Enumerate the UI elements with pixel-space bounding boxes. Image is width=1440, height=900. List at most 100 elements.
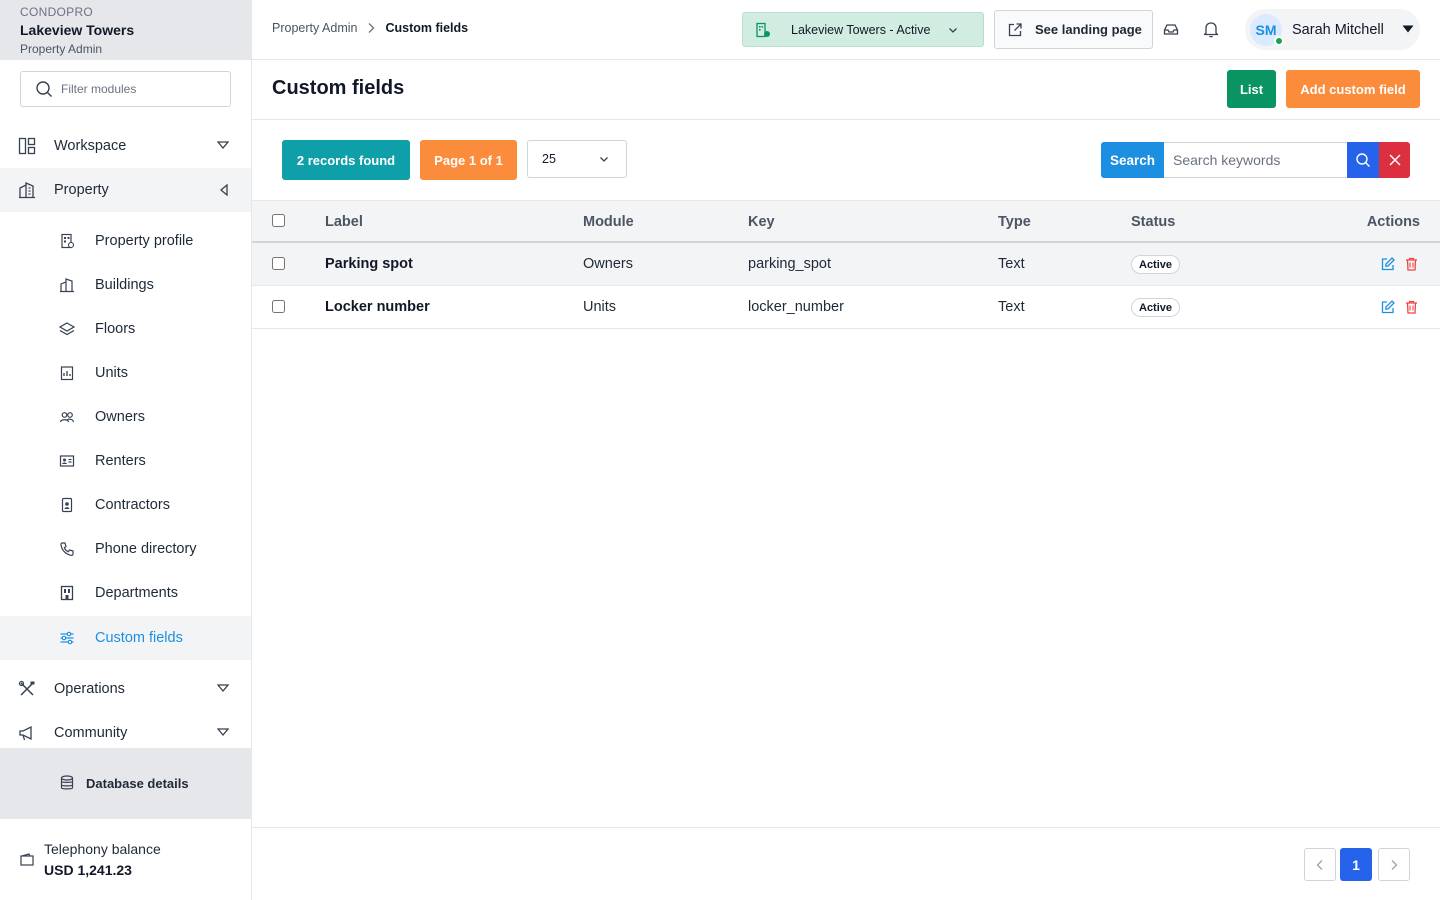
sidebar-item-label: Departments [95, 585, 179, 601]
user-menu[interactable]: SM Sarah Mitchell [1245, 9, 1420, 50]
sidebar-item-renters[interactable]: Renters [0, 439, 251, 483]
cell-type: Text [998, 256, 1025, 272]
row-checkbox[interactable] [272, 300, 285, 313]
phone-icon [60, 542, 74, 556]
sidebar-item-label: Contractors [95, 497, 170, 513]
app: CONDOPRO Lakeview Towers Property Admin … [0, 0, 1440, 900]
search-group: Search [1101, 142, 1410, 178]
select-all-checkbox[interactable] [272, 214, 285, 227]
sidebar-item-label: Phone directory [95, 541, 197, 557]
row-checkbox[interactable] [272, 257, 285, 270]
nav-operations[interactable]: Operations [0, 667, 251, 711]
pagination-current-page[interactable]: 1 [1340, 848, 1372, 881]
sidebar-item-floors[interactable]: Floors [0, 307, 251, 351]
online-status-dot [1274, 35, 1284, 46]
sidebar-item-label: Buildings [95, 277, 154, 293]
sidebar-item-owners[interactable]: Owners [0, 395, 251, 439]
sidebar-item-phone-directory[interactable]: Phone directory [0, 527, 251, 571]
megaphone-icon [19, 725, 32, 741]
users-icon [59, 412, 75, 423]
sidebar-item-contractors[interactable]: Contractors [0, 483, 251, 527]
search-input[interactable] [1164, 142, 1347, 178]
nav-workspace-label: Workspace [54, 138, 127, 154]
column-header-status[interactable]: Status [1131, 214, 1175, 230]
sidebar-item-units[interactable]: Units [0, 351, 251, 395]
nav-community-label: Community [54, 725, 128, 741]
nav-workspace[interactable]: Workspace [0, 124, 251, 168]
trash-icon[interactable] [1405, 300, 1418, 314]
nav-property-label: Property [54, 182, 109, 198]
status-badge: Active [1131, 298, 1181, 317]
sidebar-item-property-profile[interactable]: Property profile [0, 219, 251, 263]
table-row[interactable]: Parking spot Owners parking_spot Text Ac… [252, 243, 1440, 286]
caret-down-icon [1402, 25, 1414, 33]
table-row[interactable]: Locker number Units locker_number Text A… [252, 286, 1440, 329]
inbox-icon[interactable] [1163, 20, 1179, 38]
sidebar-item-label: Custom fields [95, 630, 183, 646]
column-header-type[interactable]: Type [998, 214, 1031, 230]
search-clear-button[interactable] [1379, 142, 1410, 178]
cell-label: Locker number [325, 299, 430, 315]
per-page-select[interactable]: 25 [527, 140, 627, 178]
departments-icon [60, 585, 74, 601]
sidebar-item-label: Owners [95, 409, 145, 425]
chevron-left-icon [219, 184, 228, 196]
brand-app-name: CONDOPRO [20, 5, 94, 19]
tools-icon [18, 680, 35, 696]
breadcrumb-current: Custom fields [385, 21, 469, 35]
sidebar-item-custom-fields[interactable]: Custom fields [0, 616, 251, 660]
sidebar: CONDOPRO Lakeview Towers Property Admin … [0, 0, 252, 900]
cell-label: Parking spot [325, 256, 413, 272]
pagination-prev-button[interactable] [1304, 848, 1336, 881]
pagination-footer: 1 [252, 827, 1440, 900]
trash-icon[interactable] [1405, 257, 1418, 271]
table-toolbar: 2 records found Page 1 of 1 25 Search [252, 120, 1440, 201]
database-details-button[interactable]: Database details [0, 748, 251, 818]
per-page-value: 25 [542, 152, 556, 166]
brand-role: Property Admin [20, 42, 103, 56]
edit-icon[interactable] [1381, 257, 1395, 271]
search-label-button[interactable]: Search [1101, 142, 1164, 178]
page-header: Custom fields List Add custom field [252, 60, 1440, 120]
nav-property[interactable]: Property [0, 168, 251, 212]
see-landing-page-button[interactable]: See landing page [994, 10, 1153, 49]
cell-module: Units [583, 299, 617, 315]
bell-icon[interactable] [1204, 20, 1218, 38]
column-header-module[interactable]: Module [583, 214, 634, 230]
brand-header: CONDOPRO Lakeview Towers Property Admin [0, 0, 251, 60]
building-status-icon [756, 22, 770, 37]
chevron-down-icon [600, 157, 608, 162]
sidebar-item-departments[interactable]: Departments [0, 571, 251, 615]
custom-fields-table: Label Module Key Type Status Actions Par… [252, 200, 1440, 329]
chevron-left-icon [1316, 859, 1323, 870]
sidebar-item-buildings[interactable]: Buildings [0, 263, 251, 307]
database-icon [60, 775, 74, 790]
buildings-icon [60, 278, 74, 293]
add-custom-field-button[interactable]: Add custom field [1286, 70, 1420, 108]
close-icon [1388, 154, 1401, 166]
cell-module: Owners [583, 256, 633, 272]
badge-icon [61, 497, 73, 513]
column-header-actions: Actions [1366, 214, 1420, 230]
filter-modules[interactable] [20, 71, 231, 107]
breadcrumb-property-admin[interactable]: Property Admin [272, 21, 357, 35]
pagination-next-button[interactable] [1378, 848, 1410, 881]
avatar: SM [1250, 13, 1284, 46]
list-button[interactable]: List [1227, 70, 1276, 108]
filter-modules-input[interactable] [61, 82, 221, 96]
column-header-label[interactable]: Label [325, 214, 363, 230]
chevron-down-icon [217, 684, 229, 693]
breadcrumb: Property Admin Custom fields [272, 21, 468, 35]
search-submit-button[interactable] [1347, 142, 1379, 178]
property-select-value: Lakeview Towers - Active [791, 22, 931, 37]
sidebar-item-label: Floors [95, 321, 136, 337]
column-header-key[interactable]: Key [748, 214, 775, 230]
sidebar-item-label: Renters [95, 453, 146, 469]
workspace-icon [18, 137, 36, 155]
search-icon [1356, 153, 1370, 167]
page-title: Custom fields [272, 77, 405, 99]
status-badge: Active [1131, 255, 1181, 274]
property-select[interactable]: Lakeview Towers - Active [742, 12, 984, 47]
chevron-right-icon [1391, 859, 1398, 870]
edit-icon[interactable] [1381, 300, 1395, 314]
